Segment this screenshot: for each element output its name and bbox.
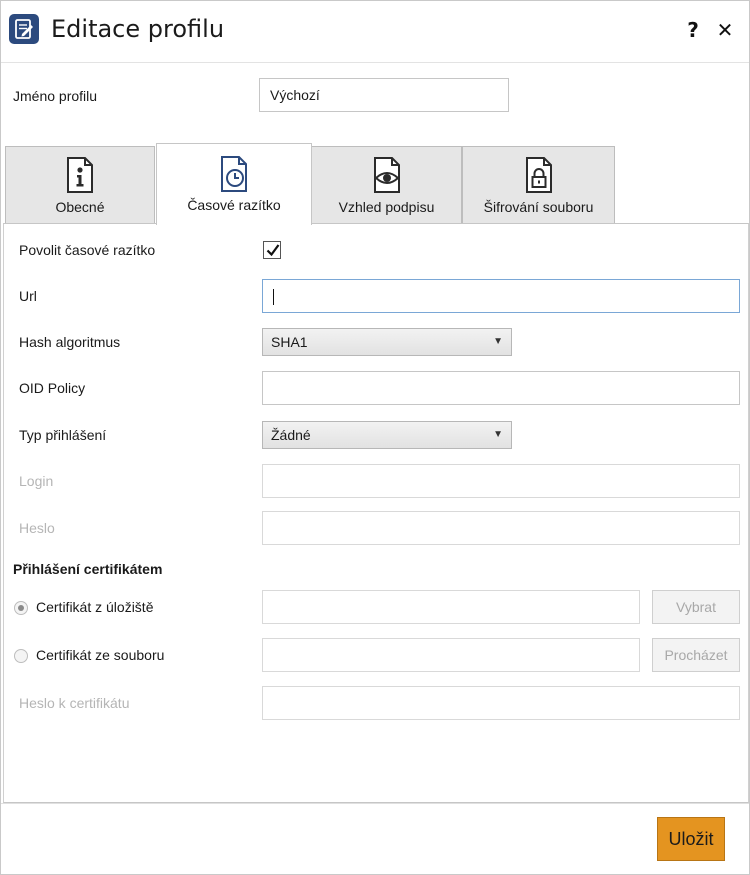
document-lock-icon — [525, 157, 552, 193]
document-info-icon — [67, 157, 93, 193]
login-type-value: Žádné — [271, 427, 311, 443]
oid-policy-input[interactable] — [262, 371, 740, 405]
cert-from-store-label: Certifikát z úložiště — [36, 599, 154, 615]
select-certificate-button[interactable]: Vybrat — [652, 590, 740, 624]
document-edit-icon — [9, 14, 39, 44]
profile-name-input[interactable]: Výchozí — [259, 78, 509, 112]
title-separator — [1, 62, 749, 63]
profile-name-label: Jméno profilu — [13, 88, 98, 104]
chevron-down-icon: ▼ — [493, 429, 503, 440]
cert-password-label: Heslo k certifikátu — [19, 695, 130, 711]
tab-signature-appearance[interactable]: Vzhled podpisu — [311, 146, 462, 223]
radio-selected-dot — [18, 605, 24, 611]
password-label: Heslo — [19, 520, 55, 536]
tab-general[interactable]: Obecné — [5, 146, 155, 223]
enable-timestamp-checkbox[interactable] — [263, 241, 281, 259]
checkmark-icon — [266, 244, 280, 257]
document-eye-icon — [373, 157, 400, 193]
url-input[interactable] — [262, 279, 740, 313]
tab-label: Obecné — [55, 199, 105, 215]
profile-edit-dialog: Editace profilu ? ✕ Jméno profilu Výchoz… — [0, 0, 750, 875]
login-label: Login — [19, 473, 54, 489]
help-button[interactable]: ? — [681, 17, 705, 43]
tab-file-encryption[interactable]: Šifrování souboru — [462, 146, 615, 223]
hash-algorithm-select[interactable]: SHA1 ▼ — [262, 328, 512, 356]
hash-algorithm-value: SHA1 — [271, 334, 308, 350]
cert-from-store-input[interactable] — [262, 590, 640, 624]
cert-from-file-label: Certifikát ze souboru — [36, 647, 165, 663]
cert-password-input[interactable] — [262, 686, 740, 720]
title-bar: Editace profilu ? ✕ — [1, 1, 749, 63]
cert-from-store-radio[interactable] — [14, 601, 28, 615]
hash-algorithm-label: Hash algoritmus — [19, 334, 121, 350]
login-type-select[interactable]: Žádné ▼ — [262, 421, 512, 449]
login-input[interactable] — [262, 464, 740, 498]
url-label: Url — [19, 288, 37, 304]
tab-label: Vzhled podpisu — [338, 199, 435, 215]
close-button[interactable]: ✕ — [713, 17, 737, 43]
text-caret — [273, 289, 274, 305]
window-title: Editace profilu — [51, 15, 225, 43]
tab-label: Časové razítko — [187, 197, 281, 213]
footer-separator — [1, 803, 749, 804]
certificate-section-title: Přihlášení certifikátem — [13, 561, 163, 577]
chevron-down-icon: ▼ — [493, 336, 503, 347]
oid-policy-label: OID Policy — [19, 380, 86, 396]
browse-button[interactable]: Procházet — [652, 638, 740, 672]
cert-from-file-input[interactable] — [262, 638, 640, 672]
enable-timestamp-label: Povolit časové razítko — [19, 242, 156, 258]
save-button[interactable]: Uložit — [657, 817, 725, 861]
document-clock-icon — [221, 156, 247, 192]
login-type-label: Typ přihlášení — [19, 427, 107, 443]
password-input[interactable] — [262, 511, 740, 545]
tab-timestamp[interactable]: Časové razítko — [156, 143, 312, 225]
tab-label: Šifrování souboru — [483, 199, 594, 215]
cert-from-file-radio[interactable] — [14, 649, 28, 663]
